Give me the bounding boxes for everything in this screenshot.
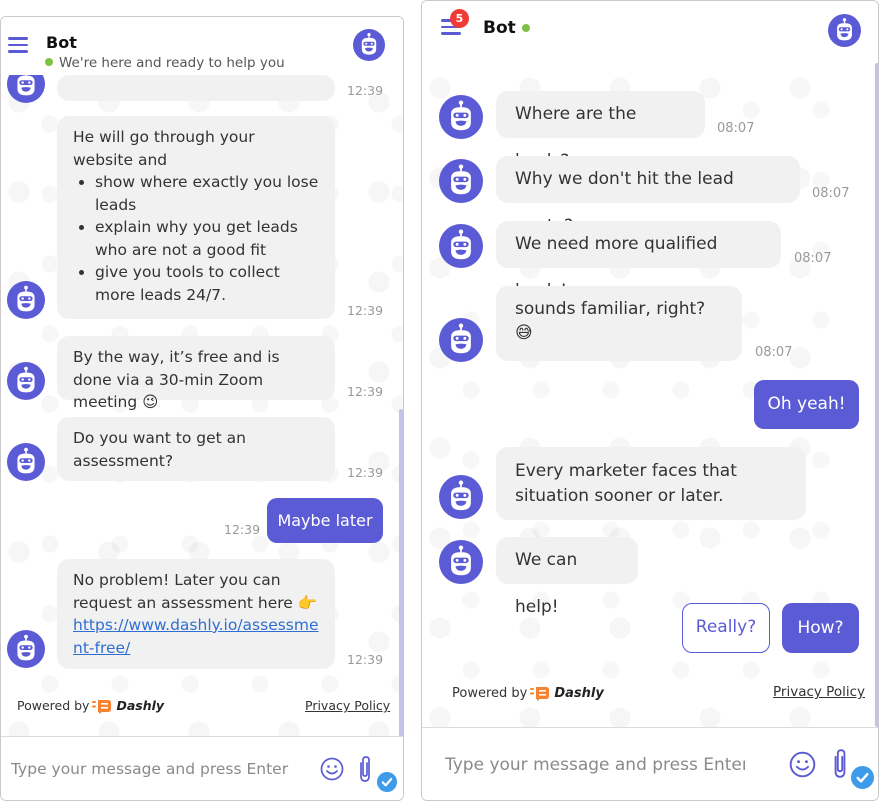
bot-avatar [439, 224, 483, 268]
online-status-dot [45, 58, 53, 66]
brand-name: Dashly [116, 698, 165, 713]
checkmark-badge [849, 764, 876, 791]
message-bubble: We need more qualified leads! [496, 221, 781, 301]
quick-reply-how[interactable]: How? [782, 603, 859, 653]
bullet-item: show where exactly you lose leads [73, 171, 319, 216]
powered-by[interactable]: Powered by Dashly [452, 686, 604, 701]
powered-by[interactable]: Powered by Dashly [17, 698, 164, 714]
bot-avatar [439, 159, 483, 203]
message-time: 12:39 [224, 522, 261, 537]
privacy-policy-link[interactable]: Privacy Policy [305, 698, 390, 713]
message-text: sounds familiar, right? [515, 299, 706, 319]
checkmark-badge [375, 770, 399, 794]
bot-avatar [439, 95, 483, 139]
bot-avatar [7, 443, 45, 481]
bullet-item: give you tools to collect more leads 24/… [73, 261, 319, 306]
chat-header: 5 Bot [422, 1, 878, 61]
message-bubble: By the way, it’s free and is done via a … [57, 336, 335, 411]
header-title: Bot [483, 18, 516, 38]
paperclip-icon[interactable] [831, 748, 849, 779]
message-composer [1, 736, 403, 800]
message-bubble: We can help! [496, 537, 638, 617]
message-input[interactable] [11, 755, 301, 783]
brand-name: Dashly [554, 686, 604, 701]
user-message-bubble: Oh yeah! [754, 380, 859, 429]
message-text: He will go through your website and [73, 128, 255, 169]
message-text: No problem! Later you can request an ass… [73, 571, 293, 612]
paperclip-icon[interactable] [357, 755, 373, 783]
bot-avatar [7, 362, 45, 400]
bot-avatar [7, 281, 45, 319]
message-time: 12:39 [347, 384, 384, 399]
message-time: 08:07 [755, 345, 793, 360]
message-bubble: No problem! Later you can request an ass… [57, 559, 335, 669]
message-time: 12:39 [347, 465, 384, 480]
message-time: 12:39 [347, 83, 384, 98]
smiley-icon[interactable] [789, 751, 816, 778]
powered-by-text: Powered by [17, 698, 90, 713]
user-message-bubble: Maybe later [267, 498, 383, 543]
header-title: Bot [46, 33, 77, 52]
message-text: Do you want to get an assessment? [73, 429, 246, 470]
checkmark-icon [851, 766, 874, 789]
robot-avatar-icon[interactable] [353, 29, 385, 61]
message-bubble: Why we don't hit the lead quota? [496, 156, 800, 236]
message-bullet-list: show where exactly you lose leads explai… [73, 171, 319, 306]
message-composer [422, 727, 878, 800]
message-bubble: sounds familiar, right? 😅 [496, 286, 742, 361]
online-status-dot [522, 24, 530, 32]
dashly-logo-icon [92, 699, 112, 714]
chat-header: Bot We're here and ready to help you [1, 17, 403, 75]
scrollbar[interactable] [399, 409, 403, 739]
pointing-right-emoji: 👉 [297, 593, 318, 612]
scrollbar[interactable] [875, 63, 878, 727]
sweat-smile-emoji: 😅 [515, 323, 533, 343]
bot-avatar [439, 540, 483, 584]
wink-emoji: 😉 [142, 393, 159, 411]
header-subtitle: We're here and ready to help you [45, 55, 285, 71]
message-bubble: He will go through your website and show… [57, 116, 335, 319]
assessment-link[interactable]: https://www.dashly.io/assessment-free/ [73, 616, 319, 657]
message-time: 08:07 [812, 186, 850, 201]
bot-avatar [439, 318, 483, 362]
message-time: 08:07 [717, 121, 755, 136]
bot-avatar [7, 630, 45, 668]
robot-avatar-icon[interactable] [828, 14, 861, 47]
message-bubble: Do you want to get an assessment? [57, 417, 335, 481]
hamburger-icon[interactable] [8, 37, 28, 53]
bot-avatar [439, 475, 483, 519]
privacy-policy-link[interactable]: Privacy Policy [773, 684, 865, 700]
notification-badge: 5 [450, 9, 469, 28]
dashly-logo-icon [530, 686, 550, 701]
chat-widget-left: 12:39 Bot We're here and ready to help y… [0, 16, 404, 801]
smiley-icon[interactable] [320, 757, 344, 781]
message-input[interactable] [445, 750, 745, 780]
message-bubble: Where are the leads? [496, 91, 705, 171]
message-time: 08:07 [794, 251, 832, 266]
message-bubble-partial [57, 75, 335, 101]
powered-by-text: Powered by [452, 686, 528, 701]
quick-reply-really[interactable]: Really? [682, 603, 770, 653]
message-time: 12:39 [347, 303, 384, 318]
status-text: We're here and ready to help you [59, 55, 285, 71]
bullet-item: explain why you get leads who are not a … [73, 216, 319, 261]
message-bubble: Every marketer faces that situation soon… [496, 447, 806, 520]
checkmark-icon [377, 772, 397, 792]
chat-widget-right: 5 Bot Where are the leads? 08:07 Why we … [421, 0, 879, 801]
message-time: 12:39 [347, 652, 384, 667]
